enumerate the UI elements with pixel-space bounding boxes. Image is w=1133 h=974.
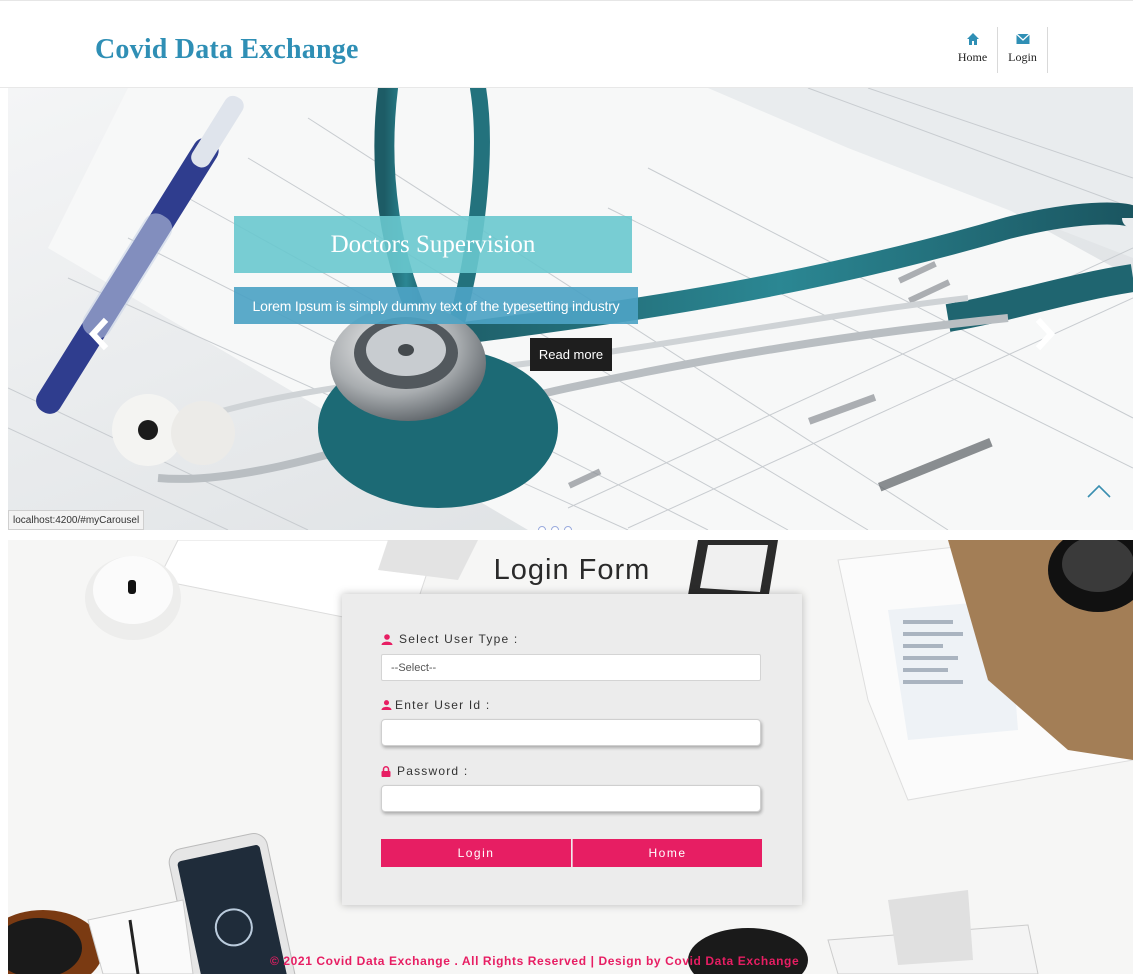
login-form-title: Login Form bbox=[493, 554, 651, 586]
nav-home-label: Home bbox=[957, 50, 988, 64]
browser-status-url: localhost:4200/#myCarousel bbox=[8, 510, 145, 530]
chevron-up-icon bbox=[1087, 484, 1111, 498]
user-type-select[interactable]: --Select-- bbox=[381, 654, 761, 681]
user-id-label-text: Enter User Id : bbox=[395, 698, 491, 712]
user-type-label: Select User Type : bbox=[381, 632, 518, 646]
envelope-icon bbox=[1015, 31, 1030, 47]
user-id-input[interactable] bbox=[381, 719, 761, 746]
carousel-indicators bbox=[538, 526, 572, 530]
password-label-text: Password : bbox=[397, 764, 469, 778]
user-icon bbox=[381, 633, 393, 645]
footer-copyright: © 2021 Covid Data Exchange . All Rights … bbox=[270, 954, 800, 968]
read-more-button[interactable]: Read more bbox=[530, 338, 612, 371]
user-type-label-text: Select User Type : bbox=[399, 632, 519, 646]
nav-home[interactable]: Home bbox=[948, 27, 998, 73]
slide-description: Lorem Ipsum is simply dummy text of the … bbox=[234, 287, 638, 324]
user-id-label: Enter User Id : bbox=[381, 698, 490, 712]
carousel-indicator[interactable] bbox=[551, 526, 559, 530]
slide-title: Doctors Supervision bbox=[234, 216, 632, 273]
home-icon bbox=[966, 31, 980, 47]
login-section: Login Form Select User Type : --Select--… bbox=[8, 540, 1133, 974]
nav-login-label: Login bbox=[1008, 50, 1037, 64]
main-nav: Home Login bbox=[948, 27, 1048, 73]
nav-login[interactable]: Login bbox=[998, 27, 1048, 73]
user-icon bbox=[381, 700, 392, 710]
password-input[interactable] bbox=[381, 785, 761, 812]
lock-icon bbox=[381, 765, 391, 777]
chevron-right-icon bbox=[1035, 317, 1056, 351]
brand-logo-text[interactable]: Covid Data Exchange bbox=[95, 34, 359, 66]
user-type-select-value: --Select-- bbox=[391, 661, 437, 674]
scroll-to-top[interactable] bbox=[1086, 481, 1112, 501]
chevron-left-icon bbox=[88, 317, 109, 351]
home-button[interactable]: Home bbox=[572, 839, 762, 867]
carousel-prev-arrow[interactable] bbox=[84, 314, 114, 354]
login-form-card: Select User Type : --Select-- Enter User… bbox=[342, 594, 802, 905]
carousel-indicator[interactable] bbox=[564, 526, 572, 530]
login-button[interactable]: Login bbox=[381, 839, 571, 867]
site-header: Covid Data Exchange Home Login bbox=[0, 0, 1133, 88]
hero-carousel: Doctors Supervision Lorem Ipsum is simpl… bbox=[8, 88, 1133, 530]
password-label: Password : bbox=[381, 764, 468, 778]
carousel-indicator[interactable] bbox=[538, 526, 546, 530]
carousel-next-arrow[interactable] bbox=[1030, 314, 1060, 354]
